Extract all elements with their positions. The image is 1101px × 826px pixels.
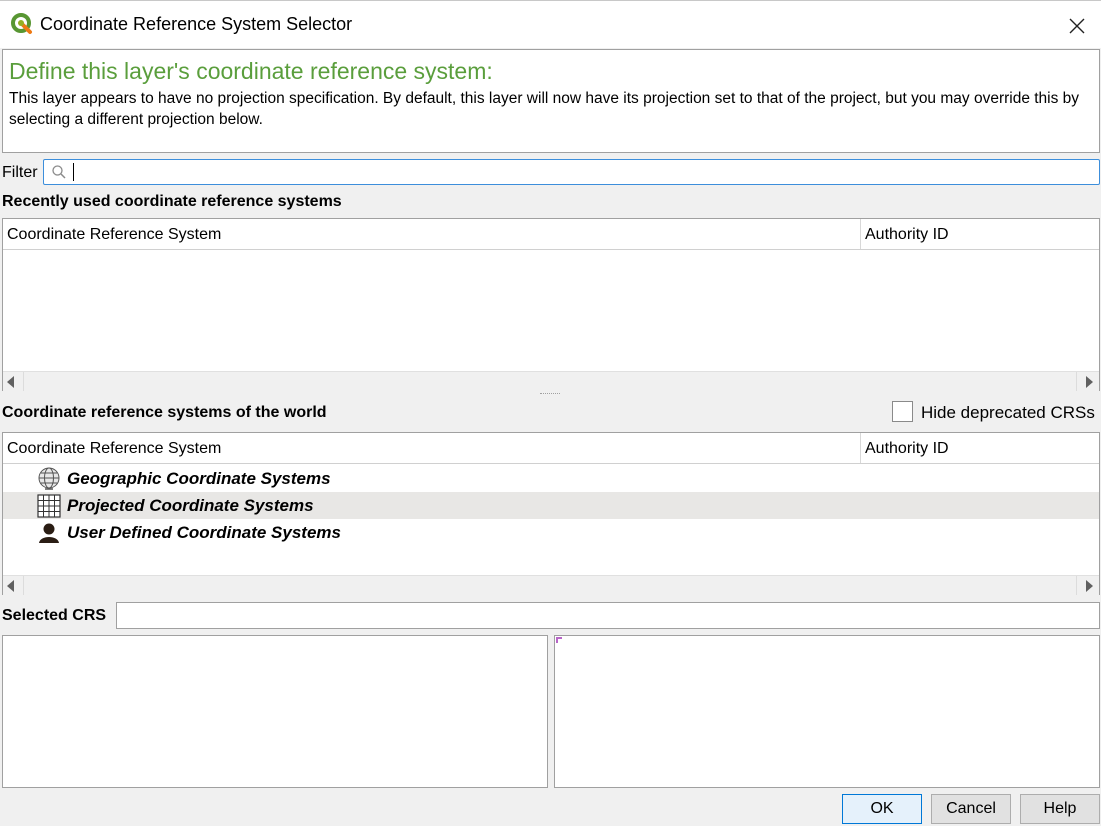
column-header-crs[interactable]: Coordinate Reference System <box>7 440 221 458</box>
tree-item-projected[interactable]: Projected Coordinate Systems <box>3 492 1099 519</box>
extent-marker <box>556 637 562 643</box>
ok-button[interactable]: OK <box>842 794 922 824</box>
message-body: This layer appears to have no projection… <box>9 90 1080 128</box>
recent-horizontal-scrollbar[interactable] <box>3 371 1099 391</box>
tree-item-label: Geographic Coordinate Systems <box>67 469 331 488</box>
qgis-logo-icon <box>10 12 34 36</box>
scrollbar-track <box>1076 372 1077 391</box>
splitter-handle[interactable] <box>540 393 560 396</box>
filter-field[interactable] <box>43 159 1100 185</box>
message-panel: Define this layer's coordinate reference… <box>2 49 1100 153</box>
tree-item-label: Projected Coordinate Systems <box>67 496 314 515</box>
search-icon <box>52 165 66 179</box>
globe-icon <box>38 467 60 490</box>
hide-deprecated-checkbox[interactable] <box>892 401 913 422</box>
recent-crs-title: Recently used coordinate reference syste… <box>2 193 342 210</box>
selected-crs-label: Selected CRS <box>2 607 107 624</box>
filter-label: Filter <box>2 164 38 181</box>
scrollbar-track <box>23 372 24 391</box>
recent-table-header: Coordinate Reference System Authority ID <box>3 219 1099 250</box>
close-button[interactable] <box>1056 9 1096 41</box>
scrollbar-track <box>1076 576 1077 595</box>
text-cursor <box>73 163 74 181</box>
tree-item-geographic[interactable]: Geographic Coordinate Systems <box>3 465 1099 492</box>
cancel-button[interactable]: Cancel <box>931 794 1011 824</box>
tree-item-user-defined[interactable]: User Defined Coordinate Systems <box>3 519 1099 546</box>
scroll-left-arrow-icon[interactable] <box>7 376 14 388</box>
column-header-authority-id[interactable]: Authority ID <box>865 226 949 244</box>
user-icon <box>39 523 59 543</box>
column-divider[interactable] <box>860 219 861 249</box>
scrollbar-track <box>23 576 24 595</box>
world-crs-title: Coordinate reference systems of the worl… <box>2 404 327 421</box>
scroll-right-arrow-icon[interactable] <box>1086 580 1093 592</box>
window-title: Coordinate Reference System Selector <box>40 14 353 34</box>
help-button[interactable]: Help <box>1020 794 1100 824</box>
crs-extent-map-pane[interactable] <box>554 635 1100 788</box>
column-header-authority-id[interactable]: Authority ID <box>865 440 949 458</box>
scroll-left-arrow-icon[interactable] <box>7 580 14 592</box>
title-bar: Coordinate Reference System Selector <box>0 0 1101 48</box>
filter-input[interactable] <box>72 162 1092 182</box>
world-table-header: Coordinate Reference System Authority ID <box>3 433 1099 464</box>
world-crs-table[interactable]: Coordinate Reference System Authority ID… <box>2 432 1100 595</box>
message-heading: Define this layer's coordinate reference… <box>9 58 493 84</box>
column-divider[interactable] <box>860 433 861 463</box>
close-icon <box>1069 18 1085 34</box>
selected-crs-field[interactable] <box>116 602 1100 629</box>
scroll-right-arrow-icon[interactable] <box>1086 376 1093 388</box>
column-header-crs[interactable]: Coordinate Reference System <box>7 226 221 244</box>
grid-icon <box>37 494 61 518</box>
tree-item-label: User Defined Coordinate Systems <box>67 523 341 542</box>
crs-details-pane[interactable] <box>2 635 548 788</box>
world-horizontal-scrollbar[interactable] <box>3 575 1099 595</box>
hide-deprecated-label[interactable]: Hide deprecated CRSs <box>921 403 1095 423</box>
recent-crs-table[interactable]: Coordinate Reference System Authority ID <box>2 218 1100 391</box>
